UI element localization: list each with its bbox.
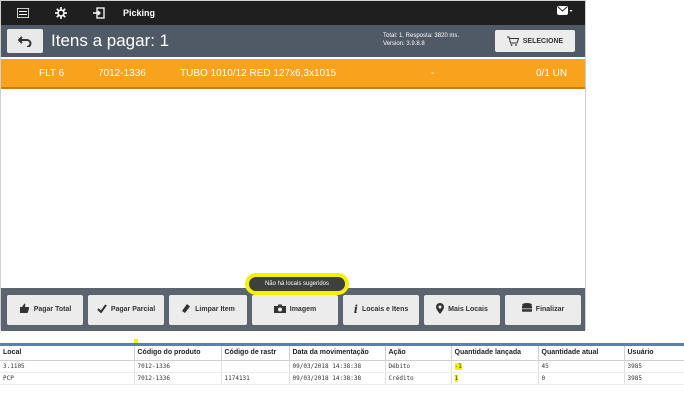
eraser-icon (181, 303, 191, 316)
response-time: Total: 1. Resposta: 3820 ms. (383, 33, 460, 39)
finish-button[interactable]: Finalizar (505, 294, 581, 325)
image-button[interactable]: Imagem (252, 294, 338, 325)
login-icon[interactable] (83, 1, 115, 25)
item-description: TUBO 1010/12 RED 127x6,3x1015 (180, 68, 337, 79)
col-action[interactable]: Ação (385, 346, 452, 361)
pay-partial-button[interactable]: Pagar Parcial (88, 294, 164, 325)
col-tracking-code[interactable]: Código de rastr (221, 346, 290, 361)
items-count-title: Itens a pagar: 1 (51, 31, 170, 50)
cell-local: PCP (0, 372, 135, 385)
cell-qty-posted: 1 (451, 372, 539, 385)
col-local[interactable]: Local (0, 346, 135, 361)
picking-item-row[interactable]: FLT 6 7012-1336 TUBO 1010/12 RED 127x6,3… (1, 59, 585, 89)
info-icon: i (353, 303, 358, 316)
movements-table: Local Código do produto Código de rastr … (0, 343, 684, 385)
col-qty-posted[interactable]: Quantidade lançada (451, 346, 539, 361)
map-pin-icon (436, 302, 445, 317)
pay-partial-label: Pagar Parcial (110, 306, 156, 313)
qty-posted-value: -1 (454, 362, 462, 370)
back-button[interactable] (7, 29, 43, 53)
menu-icon[interactable] (7, 1, 39, 25)
cell-qty-posted: -1 (451, 360, 539, 373)
more-locations-label: Mais Locais (448, 306, 488, 313)
item-location: FLT 6 (39, 68, 65, 79)
select-button[interactable]: SELECIONE (495, 30, 575, 52)
picking-app: Picking Itens a pagar: 1 Total: 1. Respo… (0, 0, 586, 331)
cell-action: Crédito (385, 372, 452, 385)
cell-tracking-code: 1174131 (221, 372, 290, 385)
cell-qty-current: 0 (538, 372, 625, 385)
sub-header: Itens a pagar: 1 Total: 1. Resposta: 382… (1, 25, 585, 57)
gear-icon[interactable] (45, 1, 77, 25)
cell-product-code: 7012-1336 (134, 372, 222, 385)
table-row[interactable]: 3.1105 7012-1336 09/03/2018 14:38:38 Déb… (0, 360, 684, 373)
select-label: SELECIONE (522, 37, 564, 45)
database-icon (521, 303, 532, 316)
page-title: Picking (123, 8, 156, 18)
check-icon (97, 303, 107, 316)
pay-total-label: Pagar Total (33, 306, 72, 313)
cell-product-code: 7012-1336 (134, 360, 222, 373)
cell-user: 3985 (624, 372, 684, 385)
version-label: Version: 3.9.8.8 (383, 41, 425, 47)
cell-user: 3985 (624, 360, 684, 373)
cell-movement-date: 09/03/2018 14:38:38 (289, 360, 386, 373)
qty-posted-value: 1 (454, 374, 459, 382)
item-dash: - (431, 68, 435, 79)
col-qty-current[interactable]: Quantidade atual (538, 346, 625, 361)
cell-movement-date: 09/03/2018 14:38:38 (289, 372, 386, 385)
top-bar: Picking (1, 1, 585, 25)
pay-total-button[interactable]: Pagar Total (7, 294, 83, 325)
col-user[interactable]: Usuário (624, 346, 684, 361)
cart-icon (506, 36, 519, 46)
no-suggested-locations-toast: Não há locais sugeridos (249, 277, 345, 291)
clear-item-button[interactable]: Limpar Item (169, 294, 247, 325)
cell-local: 3.1105 (0, 360, 135, 373)
col-product-code[interactable]: Código do produto (134, 346, 222, 361)
thumbs-up-icon (19, 303, 30, 316)
item-quantity: 0/1 UN (536, 68, 568, 79)
clear-item-label: Limpar Item (195, 306, 235, 313)
more-locations-button[interactable]: Mais Locais (424, 294, 500, 325)
table-row[interactable]: PCP 7012-1336 1174131 09/03/2018 14:38:3… (0, 372, 684, 385)
user-menu-icon[interactable] (557, 4, 573, 19)
image-label: Imagem (289, 306, 317, 313)
cell-qty-current: 45 (538, 360, 625, 373)
empty-list-area (1, 91, 585, 283)
undo-icon (18, 36, 32, 47)
camera-icon (273, 304, 286, 316)
finish-label: Finalizar (535, 306, 565, 313)
cell-action: Débito (385, 360, 452, 373)
action-bar: Pagar Total Pagar Parcial Limpar Item Im… (1, 288, 585, 331)
locations-items-label: Locais e Itens (361, 306, 409, 313)
locations-items-button[interactable]: i Locais e Itens (343, 294, 419, 325)
cell-tracking-code (221, 360, 290, 373)
response-info: Total: 1. Resposta: 3820 ms. Version: 3.… (383, 32, 459, 48)
item-code: 7012-1336 (98, 68, 146, 79)
table-header-row: Local Código do produto Código de rastr … (0, 346, 684, 361)
col-movement-date[interactable]: Data da movimentação (289, 346, 386, 361)
